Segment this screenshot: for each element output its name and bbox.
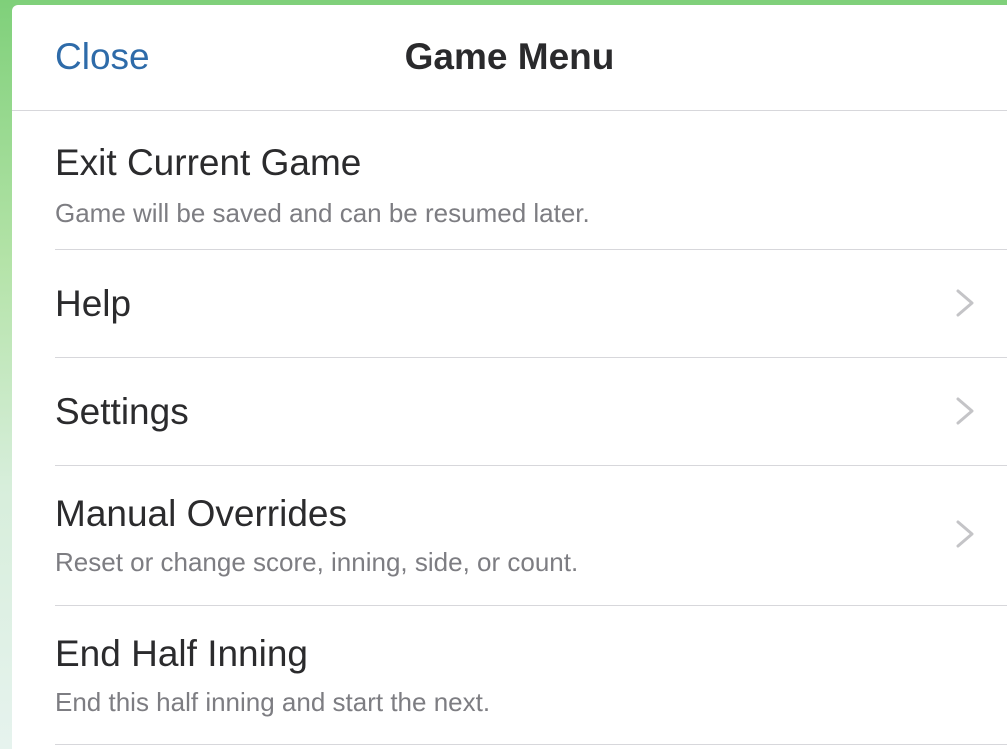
menu-item-label: Help [55, 283, 132, 324]
menu-item-label: Exit Current Game [55, 142, 362, 183]
menu-item-subtitle: Reset or change score, inning, side, or … [55, 547, 579, 577]
menu-item-label: Settings [55, 391, 189, 432]
navigation-bar: Close Game Menu [12, 5, 1007, 111]
menu-item-label: Manual Overrides [55, 493, 348, 534]
chevron-right-icon [951, 519, 979, 549]
menu-item-exit-current-game[interactable]: Exit Current Game Game will be saved and… [55, 111, 1007, 250]
menu-list: Exit Current Game Game will be saved and… [12, 111, 1007, 745]
menu-item-subtitle: End this half inning and start the next. [55, 687, 491, 717]
chevron-right-icon [951, 288, 979, 318]
menu-item-end-half-inning[interactable]: End Half Inning End this half inning and… [55, 606, 1007, 745]
game-menu-sheet: Close Game Menu Exit Current Game Game w… [12, 5, 1007, 749]
menu-item-subtitle: Game will be saved and can be resumed la… [55, 198, 590, 228]
page-title: Game Menu [404, 36, 615, 77]
menu-item-settings[interactable]: Settings [55, 358, 1007, 466]
menu-item-manual-overrides[interactable]: Manual Overrides Reset or change score, … [55, 466, 1007, 606]
menu-item-label: End Half Inning [55, 633, 309, 674]
menu-item-help[interactable]: Help [55, 250, 1007, 358]
chevron-right-icon [951, 396, 979, 426]
close-button[interactable]: Close [55, 35, 150, 79]
